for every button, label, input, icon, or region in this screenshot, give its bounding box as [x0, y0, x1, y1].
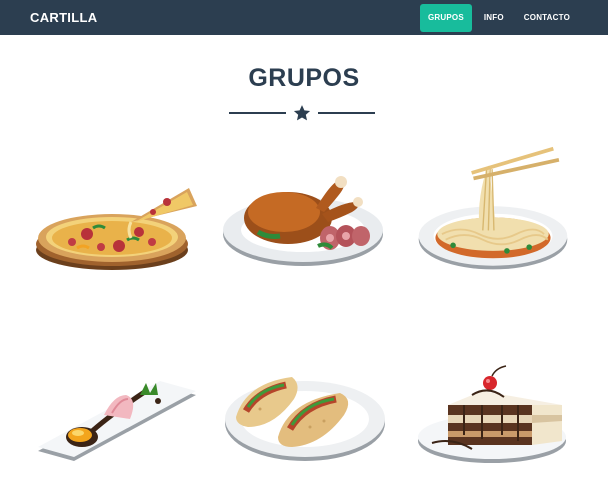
tacos-icon — [225, 377, 385, 461]
star-icon — [293, 105, 311, 121]
nav-item-contacto[interactable]: CONTACTO — [516, 4, 578, 32]
nav-item-grupos[interactable]: GRUPOS — [420, 3, 472, 32]
navbar: CARTILLA GRUPOS INFO CONTACTO — [0, 0, 608, 35]
portfolio-item-spaghetti[interactable] — [408, 145, 578, 275]
portfolio-item-tacos[interactable] — [220, 352, 390, 482]
star-divider — [229, 103, 375, 123]
nav-item-info[interactable]: INFO — [476, 4, 512, 32]
brand-link[interactable]: CARTILLA — [30, 10, 97, 25]
egg-dessert-icon — [38, 381, 196, 461]
spaghetti-icon — [418, 146, 568, 270]
cake-slice-icon — [418, 365, 566, 463]
portfolio-item-chicken[interactable] — [218, 150, 388, 280]
section-title: GRUPOS — [248, 64, 360, 92]
portfolio-item-pizza[interactable] — [27, 150, 197, 280]
pizza-icon — [36, 188, 197, 270]
roast-chicken-icon — [223, 176, 383, 266]
portfolio-item-cake[interactable] — [412, 350, 582, 480]
portfolio-item-egg-dessert[interactable] — [30, 350, 200, 480]
nav-menu: GRUPOS INFO CONTACTO — [416, 0, 578, 35]
divider-line-right — [318, 112, 375, 114]
divider-line-left — [229, 112, 286, 114]
